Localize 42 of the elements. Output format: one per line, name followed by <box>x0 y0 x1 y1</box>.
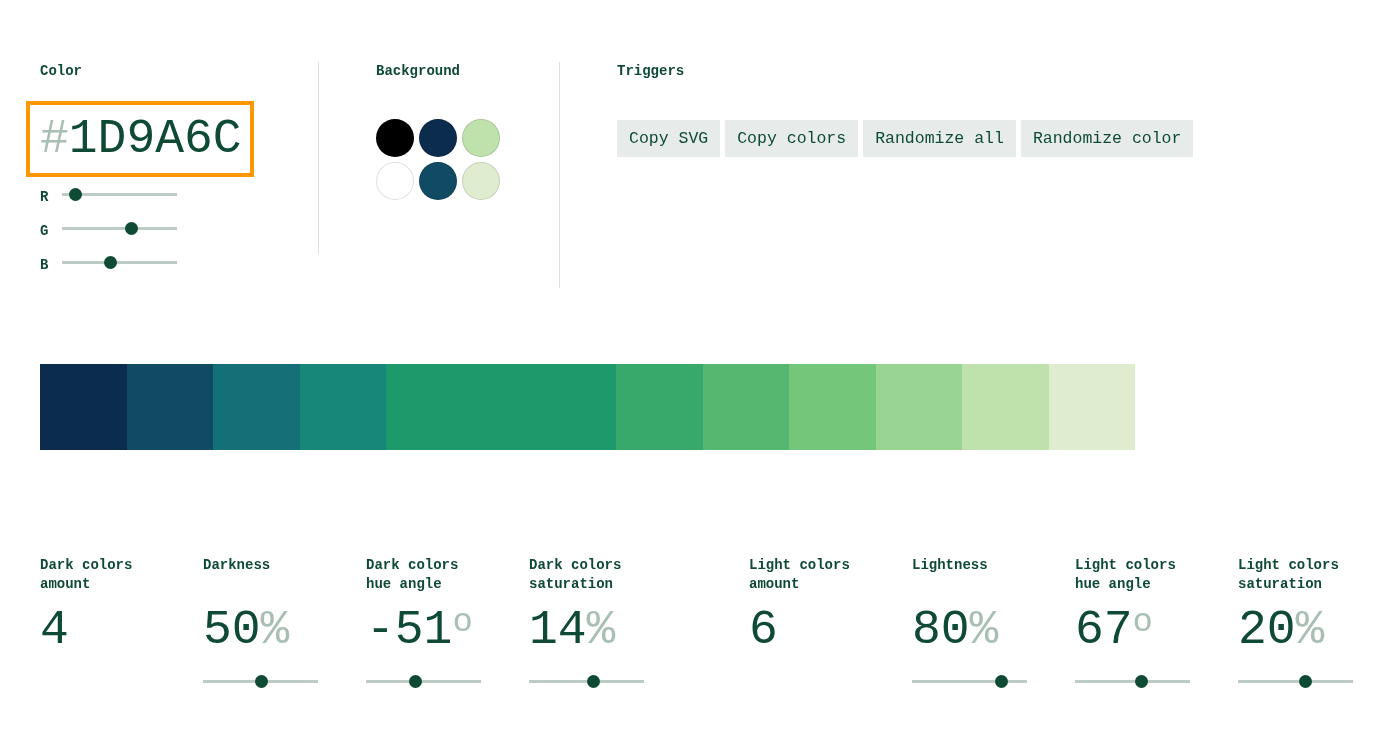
section-title: Background <box>376 62 461 80</box>
setting-value: 6 <box>749 602 779 658</box>
setting-value: 4 <box>40 602 70 658</box>
color-swatch[interactable] <box>376 119 414 157</box>
color-swatch[interactable] <box>462 119 500 157</box>
channel-label: G <box>40 223 50 239</box>
color-swatch[interactable] <box>462 162 500 200</box>
setting-label: Dark colors hue angle <box>366 556 460 594</box>
section-title: Color <box>40 62 83 80</box>
trigger-button[interactable]: Randomize all <box>863 120 1016 157</box>
channel-label: B <box>40 257 50 273</box>
hex-input-field[interactable]: #1D9A6C <box>26 101 254 177</box>
slider-thumb[interactable] <box>125 222 138 235</box>
slider-thumb[interactable] <box>254 675 268 688</box>
slider-thumb[interactable] <box>68 188 82 201</box>
setting-value: 80% <box>912 602 1000 658</box>
slider-thumb[interactable] <box>1298 675 1312 688</box>
setting-value: -51$^{o}$ <box>366 602 474 658</box>
setting-value: 67$^{o}$ <box>1075 602 1154 658</box>
color-swatch[interactable] <box>419 119 457 157</box>
slider-thumb[interactable] <box>1134 675 1148 688</box>
trigger-button[interactable]: Copy colors <box>725 120 859 157</box>
setting-label: Dark colors amount <box>40 556 134 594</box>
setting-label: Lightness <box>912 556 989 575</box>
setting-value: 20% <box>1238 602 1326 658</box>
slider-thumb[interactable] <box>104 256 118 269</box>
setting-value: 14% <box>529 602 617 658</box>
setting-label: Dark colors saturation <box>529 556 623 594</box>
setting-label: Light colors amount <box>749 556 851 594</box>
color-swatch[interactable] <box>376 162 414 200</box>
slider-thumb[interactable] <box>587 675 601 688</box>
slider-thumb[interactable] <box>994 675 1008 688</box>
setting-label: Darkness <box>203 556 272 575</box>
slider-thumb[interactable] <box>409 675 423 688</box>
trigger-button[interactable]: Randomize color <box>1020 120 1194 157</box>
setting-label: Light colors saturation <box>1238 556 1340 594</box>
setting-value: 50% <box>203 602 291 658</box>
setting-label: Light colors hue angle <box>1075 556 1177 594</box>
channel-label: R <box>40 189 50 205</box>
section-title: Triggers <box>617 62 686 80</box>
trigger-button[interactable]: Copy SVG <box>617 120 721 157</box>
color-swatch[interactable] <box>419 162 457 200</box>
